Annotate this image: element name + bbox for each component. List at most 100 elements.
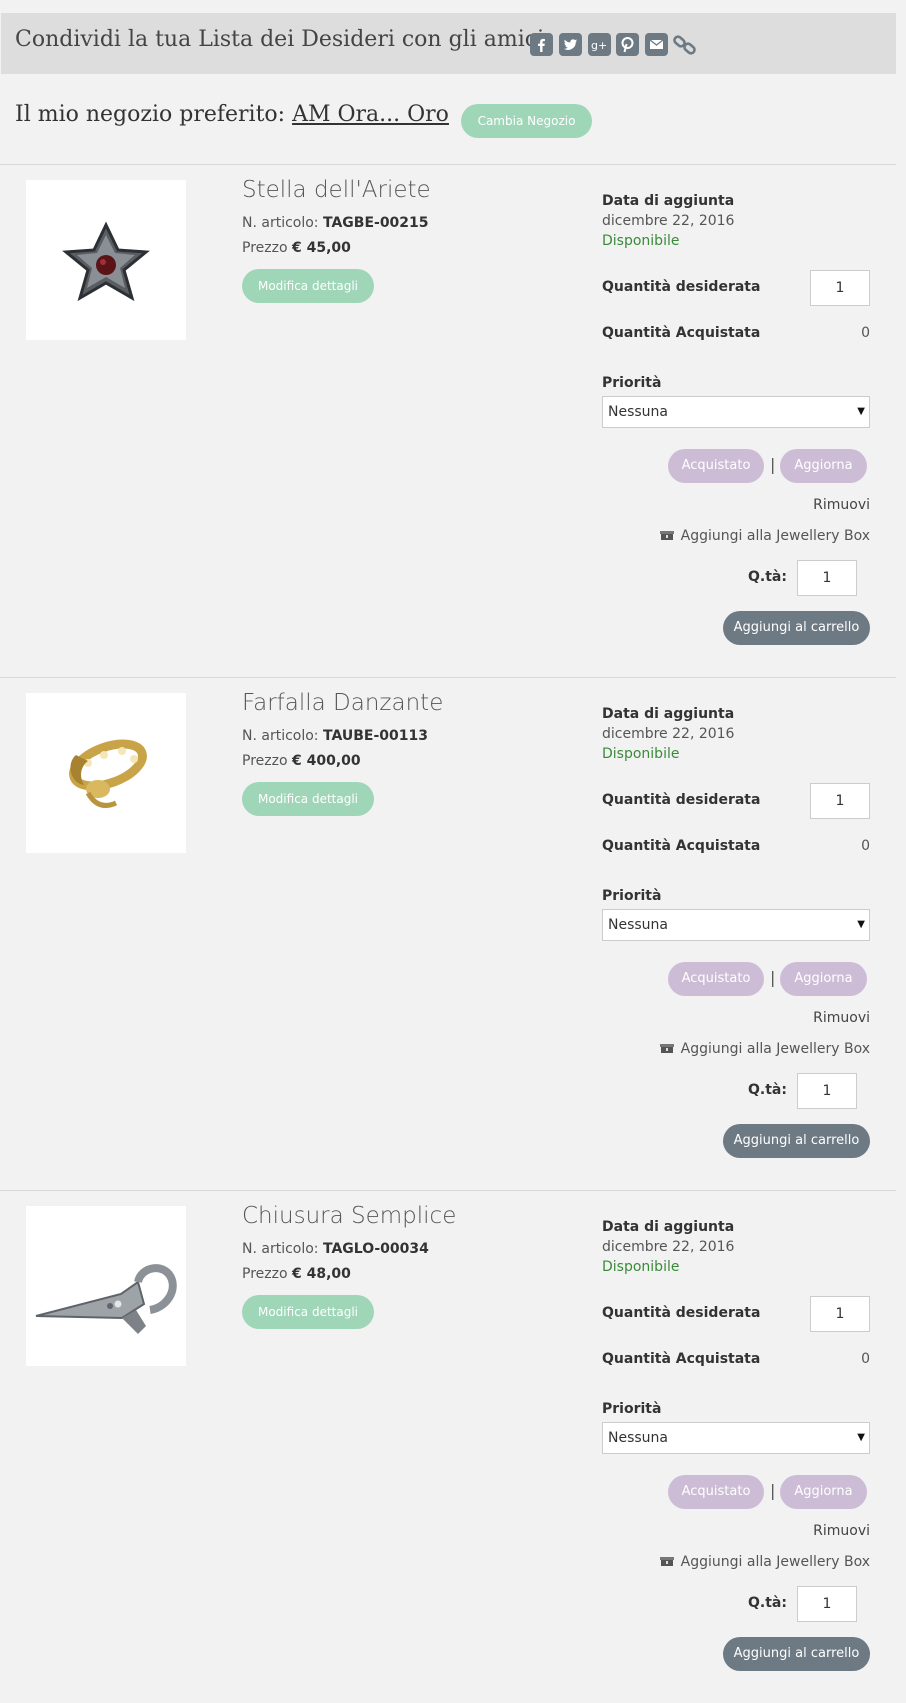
qty-purchased-value: 0	[861, 1351, 870, 1367]
product-name[interactable]: Farfalla Danzante	[242, 690, 443, 716]
email-icon[interactable]	[645, 33, 668, 56]
jewellery-box-label: Aggiungi alla Jewellery Box	[680, 1554, 870, 1570]
cart-qty-label: Q.tà:	[748, 1082, 787, 1098]
date-added-value: dicembre 22, 2016	[602, 726, 735, 742]
purchased-button[interactable]: Acquistato	[668, 449, 764, 483]
wishlist-item: Stella dell'Ariete N. articolo: TAGBE-00…	[0, 165, 906, 677]
price-value: € 48,00	[291, 1266, 351, 1282]
add-to-cart-button[interactable]: Aggiungi al carrello	[723, 1637, 870, 1671]
share-title: Condividi la tua Lista dei Desideri con …	[15, 27, 545, 52]
jewellery-box-icon	[659, 529, 674, 540]
add-to-jewellery-box-link[interactable]: Aggiungi alla Jewellery Box	[659, 1041, 870, 1057]
priority-value: Nessuna	[608, 404, 668, 420]
price: Prezzo € 400,00	[242, 753, 361, 769]
price-value: € 45,00	[291, 240, 351, 256]
article-number: N. articolo: TAUBE-00113	[242, 728, 428, 744]
priority-value: Nessuna	[608, 917, 668, 933]
availability-status: Disponibile	[602, 746, 680, 762]
qty-purchased-value: 0	[861, 325, 870, 341]
purchased-button[interactable]: Acquistato	[668, 962, 764, 996]
button-separator: |	[770, 455, 776, 474]
qty-desired-label: Quantità desiderata	[602, 792, 761, 808]
edit-details-button[interactable]: Modifica dettagli	[242, 782, 374, 816]
priority-select[interactable]: Nessuna ▼	[602, 396, 870, 428]
chevron-down-icon: ▼	[857, 406, 865, 417]
qty-desired-label: Quantità desiderata	[602, 1305, 761, 1321]
chevron-down-icon: ▼	[857, 919, 865, 930]
article-value: TAGBE-00215	[322, 215, 429, 231]
priority-label: Priorità	[602, 1401, 662, 1417]
pinterest-icon[interactable]	[616, 33, 639, 56]
product-image[interactable]	[26, 180, 186, 340]
price-label: Prezzo	[242, 240, 288, 256]
qty-desired-label: Quantità desiderata	[602, 279, 761, 295]
update-button[interactable]: Aggiorna	[780, 1475, 867, 1509]
purchased-button[interactable]: Acquistato	[668, 1475, 764, 1509]
chevron-down-icon: ▼	[857, 1432, 865, 1443]
article-number: N. articolo: TAGBE-00215	[242, 215, 429, 231]
add-to-jewellery-box-link[interactable]: Aggiungi alla Jewellery Box	[659, 1554, 870, 1570]
google-plus-icon[interactable]: g+	[588, 33, 611, 56]
date-added-label: Data di aggiunta	[602, 193, 735, 209]
add-to-jewellery-box-link[interactable]: Aggiungi alla Jewellery Box	[659, 528, 870, 544]
remove-link[interactable]: Rimuovi	[813, 1523, 870, 1539]
article-label: N. articolo:	[242, 728, 319, 744]
article-label: N. articolo:	[242, 1241, 319, 1257]
priority-label: Priorità	[602, 888, 662, 904]
cart-qty-label: Q.tà:	[748, 1595, 787, 1611]
qty-purchased-value: 0	[861, 838, 870, 854]
date-added-label: Data di aggiunta	[602, 1219, 735, 1235]
price: Prezzo € 45,00	[242, 240, 351, 256]
link-icon[interactable]	[672, 32, 698, 58]
button-separator: |	[770, 968, 776, 987]
article-value: TAGLO-00034	[322, 1241, 429, 1257]
edit-details-button[interactable]: Modifica dettagli	[242, 1295, 374, 1329]
price-value: € 400,00	[291, 753, 361, 769]
wishlist-item: Farfalla Danzante N. articolo: TAUBE-001…	[0, 678, 906, 1190]
jewellery-box-icon	[659, 1042, 674, 1053]
remove-link[interactable]: Rimuovi	[813, 497, 870, 513]
cart-qty-input[interactable]: 1	[797, 1586, 857, 1622]
add-to-cart-button[interactable]: Aggiungi al carrello	[723, 611, 870, 645]
date-added-value: dicembre 22, 2016	[602, 213, 735, 229]
twitter-icon[interactable]	[559, 33, 582, 56]
jewellery-box-label: Aggiungi alla Jewellery Box	[680, 1041, 870, 1057]
priority-select[interactable]: Nessuna ▼	[602, 909, 870, 941]
product-name[interactable]: Chiusura Semplice	[242, 1203, 456, 1229]
change-store-button[interactable]: Cambia Negozio	[461, 104, 592, 138]
product-image[interactable]	[26, 1206, 186, 1366]
update-button[interactable]: Aggiorna	[780, 449, 867, 483]
edit-details-button[interactable]: Modifica dettagli	[242, 269, 374, 303]
price-label: Prezzo	[242, 753, 288, 769]
add-to-cart-button[interactable]: Aggiungi al carrello	[723, 1124, 870, 1158]
qty-purchased-label: Quantità Acquistata	[602, 325, 761, 341]
cart-qty-input[interactable]: 1	[797, 560, 857, 596]
wishlist-item: Chiusura Semplice N. articolo: TAGLO-000…	[0, 1191, 906, 1703]
priority-select[interactable]: Nessuna ▼	[602, 1422, 870, 1454]
button-separator: |	[770, 1481, 776, 1500]
facebook-icon[interactable]	[530, 33, 553, 56]
priority-value: Nessuna	[608, 1430, 668, 1446]
date-added-label: Data di aggiunta	[602, 706, 735, 722]
cart-qty-input[interactable]: 1	[797, 1073, 857, 1109]
update-button[interactable]: Aggiorna	[780, 962, 867, 996]
product-name[interactable]: Stella dell'Ariete	[242, 177, 431, 203]
remove-link[interactable]: Rimuovi	[813, 1010, 870, 1026]
article-label: N. articolo:	[242, 215, 319, 231]
cart-qty-label: Q.tà:	[748, 569, 787, 585]
article-number: N. articolo: TAGLO-00034	[242, 1241, 429, 1257]
availability-status: Disponibile	[602, 1259, 680, 1275]
availability-status: Disponibile	[602, 233, 680, 249]
price: Prezzo € 48,00	[242, 1266, 351, 1282]
product-image[interactable]	[26, 693, 186, 853]
jewellery-box-icon	[659, 1555, 674, 1566]
qty-desired-input[interactable]: 1	[810, 783, 870, 819]
price-label: Prezzo	[242, 1266, 288, 1282]
store-link[interactable]: AM Ora... Oro	[292, 102, 449, 127]
favorite-store: Il mio negozio preferito: AM Ora... Oro	[15, 102, 449, 127]
article-value: TAUBE-00113	[322, 728, 428, 744]
qty-desired-input[interactable]: 1	[810, 270, 870, 306]
qty-desired-input[interactable]: 1	[810, 1296, 870, 1332]
svg-text:g+: g+	[591, 39, 607, 52]
qty-purchased-label: Quantità Acquistata	[602, 838, 761, 854]
